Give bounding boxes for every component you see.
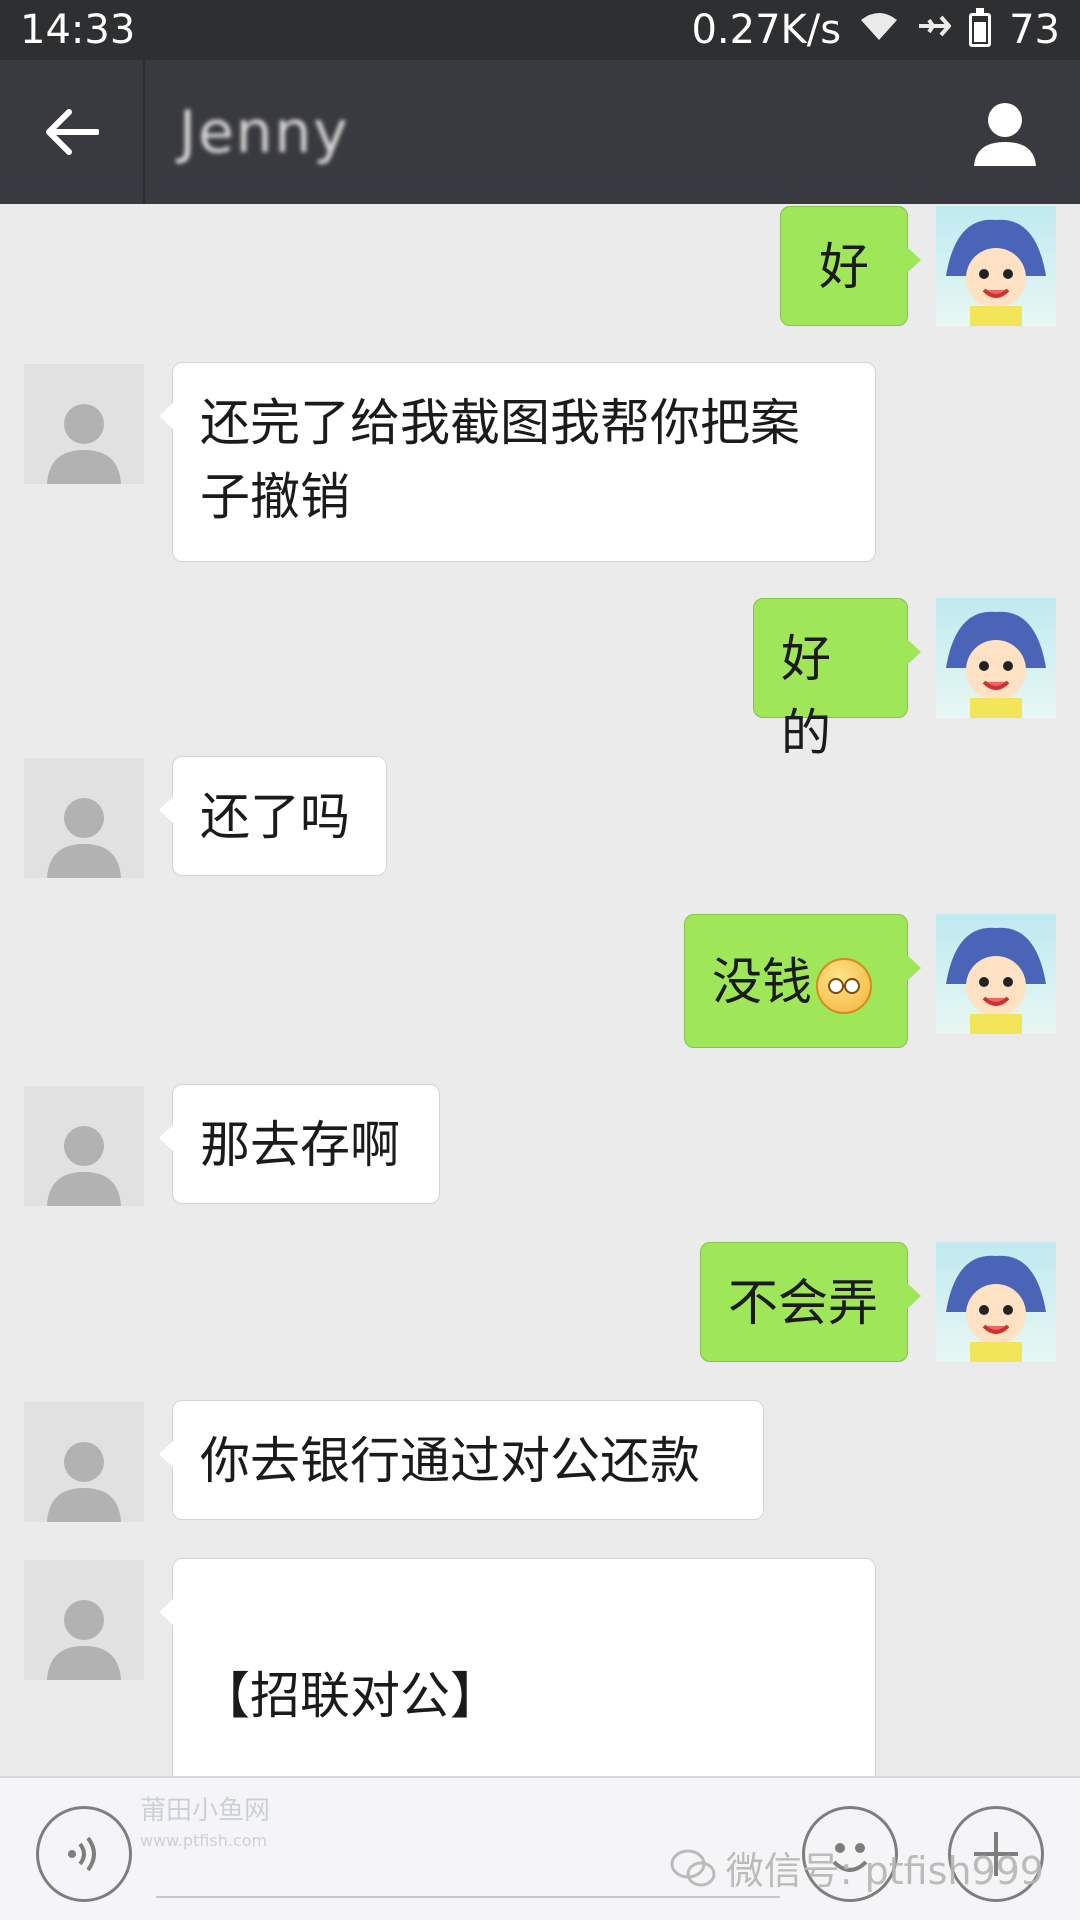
message-text: 还完了给我截图我帮你把案子撤销 [200, 394, 800, 526]
message-text: 那去存啊 [200, 1116, 400, 1174]
my-avatar[interactable] [936, 206, 1056, 326]
wechat-logo-icon [670, 1849, 716, 1886]
back-button[interactable] [0, 60, 145, 204]
message-text: 好 [819, 238, 869, 296]
network-speed: 0.27K/s [691, 7, 842, 53]
my-avatar[interactable] [936, 598, 1056, 718]
chat-message-list[interactable]: 好 还完了给我截图我帮你把案子撤销 好的 还了吗 没钱 那去存啊 不会弄 你去银… [0, 204, 1080, 1776]
contact-name: Jenny [179, 98, 350, 166]
contact-avatar[interactable] [24, 1560, 144, 1680]
status-right-group: 0.27K/s 73 [691, 7, 1060, 53]
contact-avatar[interactable] [24, 364, 144, 484]
message-bubble-received[interactable]: 那去存啊 [159, 1084, 440, 1204]
message-text: 好的 [781, 630, 831, 762]
message-bubble-received[interactable]: 还了吗 [159, 756, 387, 876]
watermark-right: 微信号: ptfish999 [670, 1840, 1044, 1895]
message-input-field[interactable] [156, 1896, 780, 1898]
watermark-site-name: 莆田小鱼网 [140, 1796, 271, 1826]
contact-avatar[interactable] [24, 1402, 144, 1522]
contact-avatar[interactable] [24, 1086, 144, 1206]
my-avatar[interactable] [936, 914, 1056, 1034]
message-bubble-received[interactable]: 【招联对公】 [159, 1558, 876, 1776]
message-bubble-received[interactable]: 你去银行通过对公还款 [159, 1400, 764, 1520]
status-time: 14:33 [20, 7, 136, 53]
back-arrow-icon [45, 109, 99, 155]
message-text: 还了吗 [200, 788, 350, 846]
chat-header: Jenny [0, 60, 1080, 204]
message-bubble-sent[interactable]: 好 [780, 206, 921, 326]
battery-level: 73 [1009, 7, 1060, 53]
contact-avatar[interactable] [24, 758, 144, 878]
watermark-left: 莆田小鱼网 www.ptfish.com [140, 1790, 270, 1850]
message-bubble-received[interactable]: 还完了给我截图我帮你把案子撤销 [159, 362, 876, 562]
message-bubble-sent[interactable]: 没钱 [684, 914, 921, 1048]
my-avatar[interactable] [936, 1242, 1056, 1362]
watermark-account: 微信号: ptfish999 [725, 1849, 1044, 1893]
wifi-icon [859, 10, 899, 51]
worried-face-emoji [816, 957, 872, 1014]
message-text: 【招联对公】 [200, 1667, 500, 1725]
message-bubble-sent[interactable]: 不会弄 [700, 1242, 921, 1362]
message-text: 不会弄 [728, 1274, 878, 1332]
message-bubble-sent[interactable]: 好的 [753, 598, 921, 762]
contact-profile-icon [974, 103, 1036, 166]
contact-profile-button[interactable] [970, 98, 1040, 168]
battery-icon [969, 8, 992, 47]
message-text: 没钱 [712, 953, 812, 1011]
status-bar: 14:33 0.27K/s 73 [0, 0, 1080, 60]
message-text: 你去银行通过对公还款 [200, 1432, 700, 1490]
airplane-icon [917, 9, 952, 52]
voice-input-icon [68, 1836, 96, 1872]
watermark-site-url: www.ptfish.com [140, 1831, 268, 1850]
voice-input-button[interactable] [36, 1806, 132, 1902]
